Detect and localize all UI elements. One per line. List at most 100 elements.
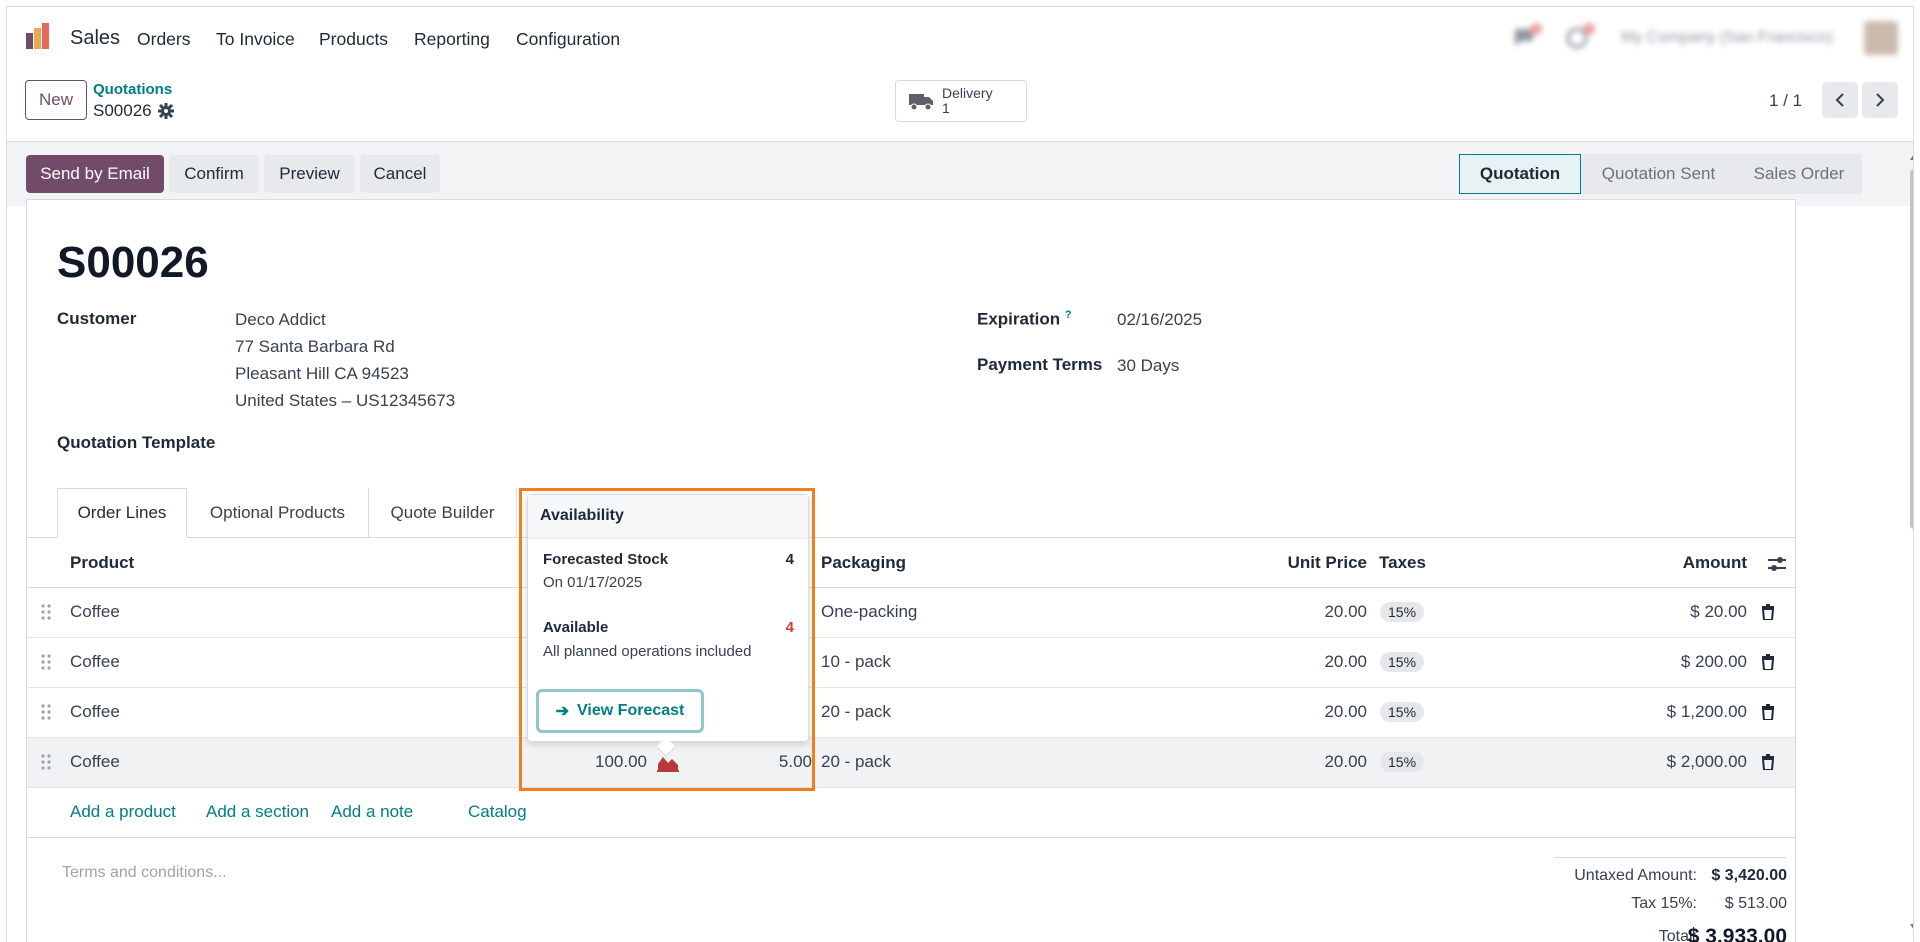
- menu-orders[interactable]: Orders: [137, 29, 190, 50]
- customer-address-line-2: Pleasant Hill CA 94523: [235, 364, 409, 383]
- tab-optional-products[interactable]: Optional Products: [187, 488, 369, 538]
- quantity-cell[interactable]: 100.00: [527, 752, 647, 772]
- product-cell[interactable]: Coffee: [70, 702, 120, 722]
- available-label: Available: [543, 619, 609, 636]
- trash-icon[interactable]: [1761, 604, 1775, 620]
- popover-title: Availability: [528, 495, 808, 539]
- top-navbar: Sales Orders To Invoice Products Reporti…: [7, 7, 1913, 67]
- column-settings-icon[interactable]: [1767, 555, 1787, 573]
- activity-icon[interactable]: [1565, 23, 1595, 56]
- menu-reporting[interactable]: Reporting: [414, 29, 490, 50]
- unit-price-cell[interactable]: 20.00: [1227, 652, 1367, 672]
- page-title: S00026: [57, 238, 209, 287]
- add-note-link[interactable]: Add a note: [331, 802, 413, 822]
- packaging-cell[interactable]: 20 - pack: [821, 752, 891, 772]
- trash-icon[interactable]: [1761, 754, 1775, 770]
- chat-icon[interactable]: [1512, 23, 1542, 56]
- scroll-up-icon[interactable]: [1909, 153, 1914, 161]
- product-cell[interactable]: Coffee: [70, 602, 120, 622]
- delivery-count: 1: [942, 100, 950, 116]
- gear-icon[interactable]: [157, 103, 174, 119]
- trash-icon[interactable]: [1761, 704, 1775, 720]
- stage-quotation[interactable]: Quotation: [1459, 154, 1581, 194]
- record-name: S00026: [93, 101, 152, 120]
- scrollbar-thumb[interactable]: [1910, 169, 1913, 529]
- tab-quote-builder[interactable]: Quote Builder: [369, 488, 517, 538]
- status-bar: Send by Email Confirm Preview Cancel Quo…: [7, 142, 1913, 206]
- amount-cell: $ 20.00: [1690, 602, 1747, 621]
- menu-to-invoice[interactable]: To Invoice: [216, 29, 295, 50]
- tab-order-lines[interactable]: Order Lines: [57, 488, 187, 538]
- divider: [27, 837, 1795, 838]
- packaging-cell[interactable]: One-packing: [821, 602, 917, 622]
- forecast-chart-icon[interactable]: [657, 752, 679, 772]
- packaging-cell[interactable]: 10 - pack: [821, 652, 891, 672]
- scroll-down-icon[interactable]: [1909, 923, 1914, 931]
- table-row[interactable]: Coffee 10 - pack 20.00 15% $ 200.00: [27, 638, 1795, 688]
- menu-configuration[interactable]: Configuration: [516, 29, 620, 50]
- pager-next-button[interactable]: [1862, 82, 1898, 118]
- form-sheet: S00026 Customer Deco Addict 77 Santa Bar…: [26, 199, 1796, 942]
- arrow-right-icon: ➔: [555, 703, 570, 720]
- unit-price-cell[interactable]: 20.00: [1227, 752, 1367, 772]
- breadcrumb-quotations[interactable]: Quotations: [93, 81, 172, 98]
- new-button[interactable]: New: [25, 80, 87, 120]
- availability-popover: Availability Forecasted Stock 4 On 01/17…: [527, 494, 809, 742]
- stage-quotation-sent[interactable]: Quotation Sent: [1581, 154, 1736, 194]
- scrollbar[interactable]: [1907, 149, 1914, 942]
- drag-handle-icon[interactable]: [41, 653, 51, 671]
- sales-app-icon[interactable]: [24, 21, 54, 51]
- forecasted-stock-label: Forecasted Stock: [543, 551, 669, 568]
- drag-handle-icon[interactable]: [41, 603, 51, 621]
- send-by-email-button[interactable]: Send by Email: [26, 155, 164, 193]
- avatar[interactable]: [1864, 21, 1898, 55]
- product-cell[interactable]: Coffee: [70, 652, 120, 672]
- payment-terms-field[interactable]: 30 Days: [1117, 356, 1179, 376]
- customer-address-line-3: United States – US12345673: [235, 391, 456, 410]
- trash-icon[interactable]: [1761, 654, 1775, 670]
- stage-statusbar: Quotation Quotation Sent Sales Order: [1459, 154, 1862, 194]
- column-product[interactable]: Product: [70, 553, 134, 573]
- menu-products[interactable]: Products: [319, 29, 388, 50]
- app-window: Sales Orders To Invoice Products Reporti…: [6, 6, 1914, 942]
- column-amount[interactable]: Amount: [1627, 553, 1747, 573]
- view-forecast-button[interactable]: ➔ View Forecast: [536, 689, 704, 733]
- terms-and-conditions-field[interactable]: Terms and conditions...: [62, 864, 227, 882]
- expiration-field[interactable]: 02/16/2025: [1117, 310, 1202, 330]
- tax-badge: 15%: [1380, 702, 1425, 722]
- app-name[interactable]: Sales: [70, 27, 120, 50]
- expiration-label: Expiration ?: [977, 309, 1072, 329]
- help-tooltip-icon[interactable]: ?: [1065, 309, 1072, 321]
- product-cell[interactable]: Coffee: [70, 752, 120, 772]
- stage-sales-order[interactable]: Sales Order: [1736, 154, 1862, 194]
- quotation-template-label: Quotation Template: [57, 433, 216, 452]
- table-row[interactable]: Coffee 100.00 5.00 20 - pack 20.00 15% $…: [27, 738, 1795, 788]
- pager-value[interactable]: 1 / 1: [1769, 91, 1802, 111]
- pager-previous-button[interactable]: [1822, 82, 1858, 118]
- column-unit-price[interactable]: Unit Price: [1227, 553, 1367, 573]
- confirm-button[interactable]: Confirm: [169, 155, 259, 193]
- amount-cell: $ 1,200.00: [1666, 702, 1747, 721]
- amount-cell: $ 2,000.00: [1666, 752, 1747, 771]
- truck-icon: [909, 94, 933, 111]
- customer-name[interactable]: Deco Addict: [235, 310, 326, 330]
- table-row[interactable]: Coffee 20 - pack 20.00 15% $ 1,200.00: [27, 688, 1795, 738]
- cancel-button[interactable]: Cancel: [360, 155, 440, 193]
- catalog-link[interactable]: Catalog: [468, 802, 527, 822]
- drag-handle-icon[interactable]: [41, 753, 51, 771]
- unit-price-cell[interactable]: 20.00: [1227, 702, 1367, 722]
- add-section-link[interactable]: Add a section: [206, 802, 309, 822]
- packaging-qty-cell[interactable]: 5.00: [717, 752, 812, 772]
- forecast-date: On 01/17/2025: [543, 574, 643, 591]
- column-taxes[interactable]: Taxes: [1379, 553, 1426, 573]
- drag-handle-icon[interactable]: [41, 703, 51, 721]
- preview-button[interactable]: Preview: [264, 155, 355, 193]
- table-row[interactable]: Coffee One-packing 20.00 15% $ 20.00: [27, 588, 1795, 638]
- column-packaging[interactable]: Packaging: [821, 553, 906, 573]
- table-header: Product Packaging Unit Price Taxes Amoun…: [27, 538, 1795, 588]
- delivery-smart-button[interactable]: Delivery 1: [895, 80, 1027, 122]
- packaging-cell[interactable]: 20 - pack: [821, 702, 891, 722]
- unit-price-cell[interactable]: 20.00: [1227, 602, 1367, 622]
- company-switcher[interactable]: My Company (San Francisco): [1621, 29, 1833, 47]
- add-product-link[interactable]: Add a product: [70, 802, 176, 822]
